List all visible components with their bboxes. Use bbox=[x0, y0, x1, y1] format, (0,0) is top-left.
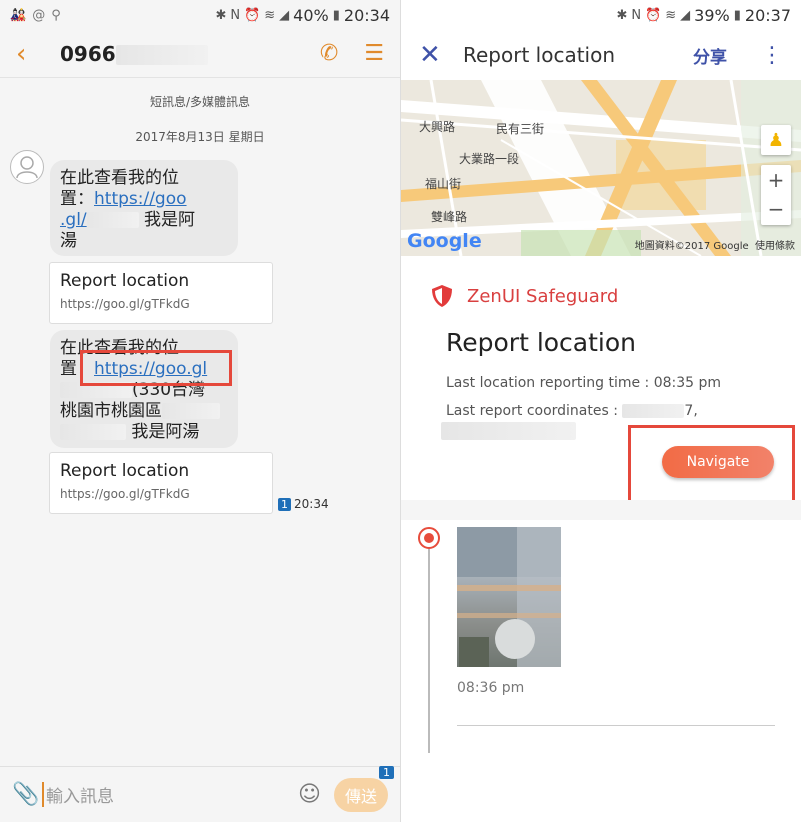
send-label: 傳送 bbox=[344, 786, 377, 806]
card-title: Report location bbox=[60, 461, 190, 481]
nfc-icon: N bbox=[230, 7, 241, 23]
conversation-header: ‹ 0966 ✆ ☰ bbox=[0, 30, 400, 78]
emoji-icon[interactable]: ☺ bbox=[298, 782, 334, 807]
nfc-icon: N bbox=[631, 7, 642, 23]
at-icon: @ bbox=[32, 7, 46, 23]
close-icon[interactable]: ✕ bbox=[419, 40, 453, 70]
shield-icon bbox=[432, 285, 452, 307]
map-label: 大興路 bbox=[419, 120, 456, 134]
wifi-icon: ≋ bbox=[665, 7, 677, 23]
send-button[interactable]: 傳送 1 bbox=[334, 765, 394, 812]
zoom-in-icon[interactable]: + bbox=[768, 165, 785, 195]
photo-time: 08:36 pm bbox=[457, 680, 525, 696]
brand-name: ZenUI Safeguard bbox=[467, 285, 619, 307]
safeguard-brand: ZenUI Safeguard bbox=[429, 283, 618, 309]
alarm-icon: ⏰ bbox=[645, 7, 662, 23]
map-label: 民有三街 bbox=[496, 122, 545, 136]
contact-number: 0966 bbox=[60, 42, 208, 66]
report-location-panel: ✱ N ⏰ ≋ ◢ 39% ▮ 20:37 ✕ Report location … bbox=[401, 0, 801, 822]
card-title: Report location bbox=[446, 328, 637, 357]
captured-photo[interactable] bbox=[457, 527, 561, 667]
card-url: https://goo.gl/gTFkdG bbox=[60, 487, 190, 501]
message-bubble-2[interactable]: 在此查看我的位 置：https://goo.gl (330台灣 桃園市桃園區 我… bbox=[50, 330, 238, 448]
report-coordinates: Last report coordinates : 7, bbox=[446, 403, 698, 419]
share-button[interactable]: 分享 bbox=[693, 43, 727, 68]
link-preview-card-2[interactable]: Report location https://goo.gl/gTFkdG bbox=[49, 452, 273, 514]
redacted-block bbox=[162, 403, 220, 419]
signal-icon: ◢ bbox=[279, 7, 290, 23]
message-link[interactable]: https://goo bbox=[94, 189, 187, 209]
person-icon bbox=[16, 156, 38, 179]
redacted-block bbox=[86, 212, 139, 228]
map-label: 福山街 bbox=[425, 177, 462, 191]
back-icon[interactable]: ‹ bbox=[16, 39, 46, 69]
message-composer: 📎 輸入訊息 ☺ 傳送 1 bbox=[0, 765, 400, 822]
attach-icon[interactable]: 📎 bbox=[12, 782, 42, 807]
battery-icon: ▮ bbox=[332, 7, 340, 23]
zoom-controls: + − bbox=[761, 165, 791, 225]
message-text: .gl/ 我是阿 bbox=[60, 210, 196, 230]
photo-thumbnail bbox=[457, 527, 561, 667]
redacted-block bbox=[60, 424, 126, 440]
phone-icon[interactable]: ✆ bbox=[320, 41, 338, 66]
message-time: 20:34 bbox=[294, 497, 329, 511]
sim-badge: 1 bbox=[379, 765, 394, 779]
message-text: 置：https://goo bbox=[60, 189, 187, 209]
highlight-box-link bbox=[80, 350, 232, 386]
date-divider: 2017年8月13日 星期日 bbox=[135, 130, 265, 144]
sim-badge: 1 bbox=[278, 497, 291, 511]
battery-percent: 40% bbox=[293, 5, 329, 25]
message-link[interactable]: .gl/ bbox=[60, 210, 87, 230]
message-text: 我是阿湯 bbox=[60, 422, 228, 443]
clock: 20:37 bbox=[744, 5, 791, 25]
message-input[interactable]: 輸入訊息 bbox=[42, 782, 298, 807]
redacted-block bbox=[115, 45, 208, 65]
notification-icons: 🎎 @ ⚲ bbox=[10, 8, 61, 23]
timeline-line bbox=[428, 545, 430, 753]
message-bubble-1[interactable]: 在此查看我的位 置：https://goo .gl/ 我是阿 湯 bbox=[50, 160, 238, 256]
more-options-icon[interactable]: ⋮ bbox=[761, 43, 783, 68]
map-label: 大業路一段 bbox=[459, 152, 520, 166]
google-logo: Google bbox=[407, 230, 482, 252]
timeline-marker-icon bbox=[418, 527, 440, 549]
message-meta: 1 20:34 bbox=[278, 497, 329, 511]
highlight-box-navigate bbox=[628, 425, 795, 505]
redacted-block bbox=[441, 422, 576, 440]
status-bar: 🎎 @ ⚲ ✱ N ⏰ ≋ ◢ 40% ▮ 20:34 bbox=[0, 0, 400, 30]
usb-icon: ⚲ bbox=[51, 7, 61, 23]
bluetooth-icon: ✱ bbox=[616, 7, 628, 23]
report-time: Last location reporting time : 08:35 pm bbox=[446, 375, 722, 391]
signal-icon: ◢ bbox=[680, 7, 691, 23]
zoom-out-icon[interactable]: − bbox=[768, 195, 785, 225]
battery-icon: ▮ bbox=[733, 7, 741, 23]
status-bar: ✱ N ⏰ ≋ ◢ 39% ▮ 20:37 bbox=[401, 0, 801, 30]
location-map[interactable]: 大興路 大業路一段 民有三街 福山街 雙峰路 ♟ + − Google 地圖資料… bbox=[401, 80, 801, 256]
street-view-control[interactable]: ♟ bbox=[761, 125, 791, 155]
card-url: https://goo.gl/gTFkdG bbox=[60, 297, 190, 311]
contact-avatar[interactable] bbox=[10, 150, 44, 184]
battery-percent: 39% bbox=[694, 5, 730, 25]
app-notification-icon: 🎎 bbox=[10, 7, 27, 23]
bluetooth-icon: ✱ bbox=[215, 7, 227, 23]
map-credit: 地圖資料©2017 Google 使用條款 bbox=[634, 241, 795, 252]
clock: 20:34 bbox=[343, 5, 390, 25]
map-label: 雙峰路 bbox=[431, 210, 468, 224]
messages-panel: 🎎 @ ⚲ ✱ N ⏰ ≋ ◢ 40% ▮ 20:34 ‹ 0966 ✆ ☰ 短… bbox=[0, 0, 400, 822]
terms-link[interactable]: 使用條款 bbox=[755, 241, 795, 252]
app-header: ✕ Report location 分享 ⋮ bbox=[401, 30, 801, 80]
pegman-icon: ♟ bbox=[767, 129, 785, 151]
divider-line bbox=[457, 725, 775, 726]
message-type-label: 短訊息/多媒體訊息 bbox=[149, 95, 251, 109]
link-preview-card-1[interactable]: Report location https://goo.gl/gTFkdG bbox=[49, 262, 273, 324]
wifi-icon: ≋ bbox=[264, 7, 276, 23]
redacted-block bbox=[622, 404, 685, 418]
message-text: 在此查看我的位 bbox=[60, 168, 179, 188]
menu-icon[interactable]: ☰ bbox=[364, 41, 384, 66]
section-separator bbox=[401, 500, 801, 520]
message-text: 湯 bbox=[60, 231, 77, 251]
message-text: 桃園市桃園區 bbox=[60, 401, 228, 422]
alarm-icon: ⏰ bbox=[244, 7, 261, 23]
page-title: Report location bbox=[463, 43, 616, 67]
card-title: Report location bbox=[60, 271, 190, 291]
